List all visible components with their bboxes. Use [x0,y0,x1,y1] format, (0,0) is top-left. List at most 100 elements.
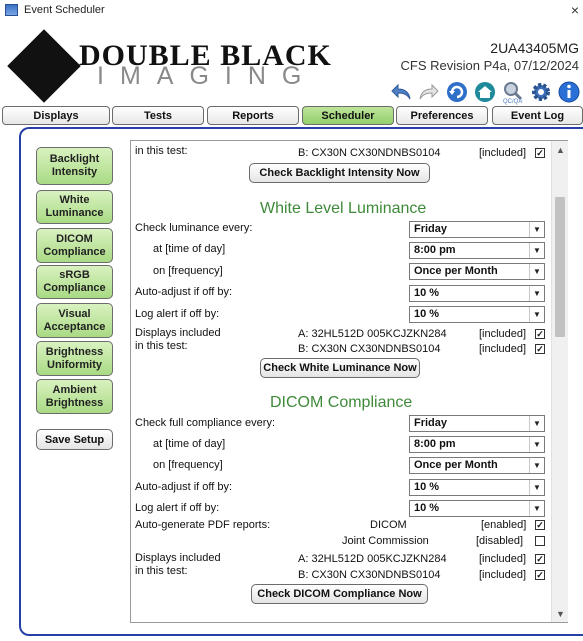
redo-arrow-icon[interactable] [417,80,441,104]
refresh-icon[interactable] [445,80,469,104]
chevron-down-icon: ▼ [529,307,544,322]
sidebar-item-white-luminance[interactable]: White Luminance [36,190,113,224]
sidebar-item-srgb-compliance[interactable]: sRGB Compliance [36,265,113,299]
sidebar-item-dicom-compliance[interactable]: DICOM Compliance [36,228,113,263]
dicom-pdf-label: Auto-generate PDF reports: [135,519,271,531]
scroll-down-arrow-icon[interactable]: ▼ [552,605,569,622]
info-icon[interactable] [557,80,581,104]
dicom-time-value: 8:00 pm [414,438,456,450]
sidebar-item-brightness-uniformity[interactable]: Brightness Uniformity [36,341,113,376]
chevron-down-icon: ▼ [529,501,544,516]
home-icon[interactable] [473,80,497,104]
chevron-down-icon: ▼ [529,286,544,301]
tab-scheduler[interactable]: Scheduler [302,106,394,125]
dicom-pdf-dicom-checkbox[interactable]: ✓ [535,520,545,530]
dicom-pdf-joint-status: [disabled] [476,535,524,547]
white-alert-select[interactable]: 10 % ▼ [409,306,545,323]
backlight-status-b: [included] [479,147,527,159]
chevron-down-icon: ▼ [529,264,544,279]
dicom-day-select[interactable]: Friday ▼ [409,415,545,432]
white-adjust-value: 10 % [414,287,440,299]
white-day-value: Friday [414,223,448,235]
logo-diamond-icon [7,29,81,103]
dicom-pdf-joint-checkbox[interactable] [535,536,545,546]
dicom-display-b-checkbox[interactable]: ✓ [535,570,545,580]
dicom-pdf-joint: Joint Commission [342,535,429,547]
sidebar-item-ambient-brightness[interactable]: Ambient Brightness [36,379,113,414]
white-display-b-checkbox[interactable]: ✓ [535,344,545,354]
dicom-time-select[interactable]: 8:00 pm ▼ [409,436,545,453]
dicom-adjust-select[interactable]: 10 % ▼ [409,479,545,496]
dicom-heading: DICOM Compliance [270,394,413,411]
tab-preferences[interactable]: Preferences [396,106,488,125]
dicom-displays-label: Displays included [135,552,221,564]
dicom-time-label: at [time of day] [153,438,226,450]
dicom-alert-value: 10 % [414,502,440,514]
white-luminance-heading: White Level Luminance [260,200,427,217]
dicom-day-value: Friday [414,417,448,429]
undo-arrow-icon[interactable] [389,80,413,104]
white-status-b: [included] [479,343,527,355]
white-day-select[interactable]: Friday ▼ [409,221,545,238]
dicom-alert-label: Log alert if off by: [135,502,220,514]
vertical-scrollbar[interactable]: ▲ ▼ [551,141,568,622]
logo-line2: IMAGING [97,62,318,90]
chevron-down-icon: ▼ [529,437,544,452]
dicom-pdf-dicom-status: [enabled] [481,519,527,531]
chevron-down-icon: ▼ [529,480,544,495]
dicom-adjust-label: Auto-adjust if off by: [135,481,233,493]
dicom-status-a: [included] [479,553,527,565]
gear-icon[interactable] [529,80,553,104]
toolbar: QC/QA [389,78,581,106]
white-time-select[interactable]: 8:00 pm ▼ [409,242,545,259]
white-alert-label: Log alert if off by: [135,308,220,320]
white-display-a-checkbox[interactable]: ✓ [535,329,545,339]
close-button[interactable]: × [571,2,579,18]
white-time-label: at [time of day] [153,243,226,255]
scroll-thumb[interactable] [555,197,565,337]
serial-number: 2UA43405MG [490,40,579,56]
check-backlight-now-button[interactable]: Check Backlight Intensity Now [249,163,430,183]
qc-caption: QC/QA [503,99,523,105]
save-setup-button[interactable]: Save Setup [36,429,113,450]
sidebar-item-visual-acceptance[interactable]: Visual Acceptance [36,303,113,338]
qc-magnifier-icon[interactable]: QC/QA [501,80,525,105]
chevron-down-icon: ▼ [529,416,544,431]
tab-reports[interactable]: Reports [207,106,299,125]
white-alert-value: 10 % [414,308,440,320]
backlight-display-b: B: CX30N CX30NDNBS0104 [298,147,441,159]
dicom-check-every-label: Check full compliance every: [135,417,276,429]
white-status-a: [included] [479,328,527,340]
tab-event-log[interactable]: Event Log [492,106,583,125]
dicom-frequency-label: on [frequency] [153,459,223,471]
sidebar-item-backlight-intensity[interactable]: Backlight Intensity [36,147,113,185]
chevron-down-icon: ▼ [529,243,544,258]
check-white-luminance-now-button[interactable]: Check White Luminance Now [260,358,420,378]
tab-tests[interactable]: Tests [112,106,204,125]
dicom-adjust-value: 10 % [414,481,440,493]
app-icon [5,4,18,16]
white-check-every-label: Check luminance every: [135,222,253,234]
white-displays-label-2: in this test: [135,340,188,352]
dicom-frequency-select[interactable]: Once per Month ▼ [409,457,545,474]
tab-displays[interactable]: Displays [2,106,110,125]
dicom-display-a: A: 32HL512D 005KCJZKN284 [298,553,447,565]
revision-info: CFS Revision P4a, 07/12/2024 [400,58,580,73]
white-frequency-select[interactable]: Once per Month ▼ [409,263,545,280]
white-displays-label: Displays included [135,327,221,339]
dicom-alert-select[interactable]: 10 % ▼ [409,500,545,517]
dicom-display-b: B: CX30N CX30NDNBS0104 [298,569,441,581]
white-adjust-select[interactable]: 10 % ▼ [409,285,545,302]
title-bar: Event Scheduler × [0,0,583,22]
scroll-up-arrow-icon[interactable]: ▲ [552,141,569,158]
white-time-value: 8:00 pm [414,244,456,256]
check-dicom-compliance-now-button[interactable]: Check DICOM Compliance Now [251,584,428,604]
dicom-pdf-dicom: DICOM [370,519,407,531]
dicom-status-b: [included] [479,569,527,581]
white-adjust-label: Auto-adjust if off by: [135,286,233,298]
backlight-displays-label: in this test: [135,145,188,157]
backlight-display-b-checkbox[interactable]: ✓ [535,148,545,158]
white-display-a: A: 32HL512D 005KCJZKN284 [298,328,447,340]
dicom-display-a-checkbox[interactable]: ✓ [535,554,545,564]
chevron-down-icon: ▼ [529,222,544,237]
